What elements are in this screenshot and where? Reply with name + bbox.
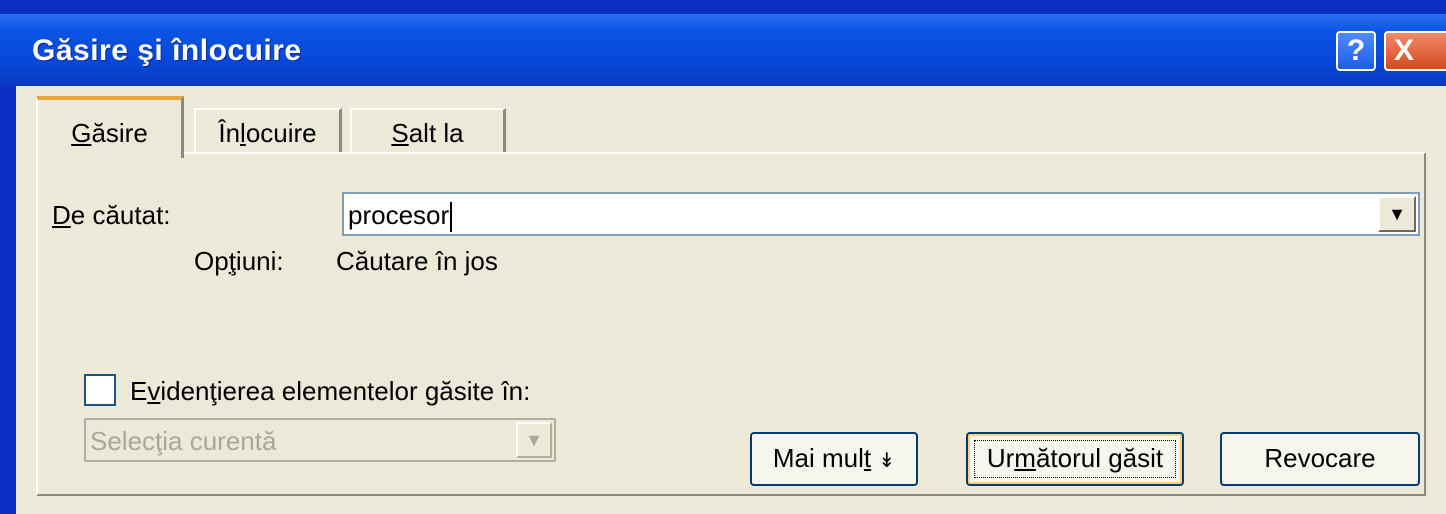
chevron-down-icon: ▼ [525, 430, 543, 450]
find-history-dropdown-button[interactable]: ▼ [1378, 196, 1416, 232]
options-label: Opţiuni: [194, 246, 284, 276]
highlight-scope-dropdown-button[interactable]: ▼ [516, 422, 552, 458]
highlight-scope-select[interactable]: Selecţia curentă ▼ [84, 418, 556, 462]
options-value: Căutare în jos [336, 246, 498, 276]
find-what-input[interactable]: procesor ▼ [342, 192, 1420, 236]
tab-replace[interactable]: Înlocuire [194, 108, 342, 152]
highlight-checkbox[interactable] [84, 374, 116, 406]
cancel-button[interactable]: Revocare [1220, 432, 1420, 486]
more-options-button[interactable]: Mai mult ↡ [750, 432, 918, 486]
text-caret [450, 202, 453, 233]
dialog-window: Găsire şi înlocuire ? X Găsire Înlocuire… [0, 0, 1446, 514]
help-icon: ? [1346, 34, 1366, 67]
close-button[interactable]: X [1384, 31, 1446, 71]
double-down-arrow-icon: ↡ [878, 450, 896, 472]
tab-find[interactable]: Găsire [36, 96, 184, 158]
find-what-value: procesor [348, 200, 453, 233]
highlight-checkbox-label[interactable]: Evidenţierea elementelor găsite în: [130, 376, 530, 407]
dialog-body: Găsire Înlocuire Salt la De căutat: proc… [16, 86, 1446, 514]
chevron-down-icon: ▼ [1388, 204, 1406, 224]
close-icon: X [1394, 34, 1415, 67]
tab-content-find: De căutat: procesor ▼ Opţiuni: Căutare î… [36, 152, 1426, 496]
help-button[interactable]: ? [1336, 31, 1376, 71]
tab-goto[interactable]: Salt la [350, 108, 506, 152]
window-title: Găsire şi înlocuire [32, 34, 302, 67]
highlight-scope-value: Selecţia curentă [90, 426, 277, 456]
find-what-label: De căutat: [52, 200, 171, 230]
title-bar[interactable]: Găsire şi înlocuire ? X [0, 14, 1446, 86]
find-next-button[interactable]: Următorul găsit [966, 432, 1184, 486]
